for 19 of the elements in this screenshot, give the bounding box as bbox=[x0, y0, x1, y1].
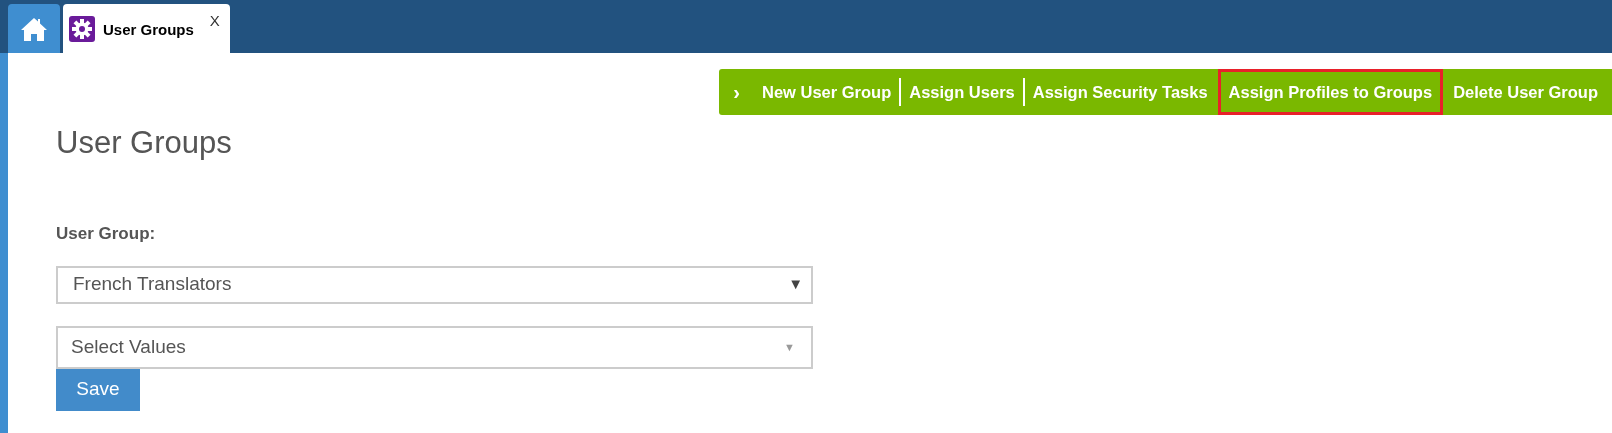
dropdown-arrow-icon: ▼ bbox=[784, 338, 795, 356]
gear-icon bbox=[69, 16, 95, 42]
tab[interactable]: User Groups X bbox=[63, 4, 230, 53]
group-dropdown[interactable]: French Translators ▼ bbox=[56, 265, 813, 304]
action-link[interactable]: Assign Profiles to Groups bbox=[1217, 68, 1444, 116]
tab-label: User Groups bbox=[103, 20, 194, 40]
chevron-icon: › bbox=[733, 77, 740, 107]
action-link[interactable]: Assign Security Tasks bbox=[1024, 77, 1216, 107]
dropdown-arrow-icon: ▼ bbox=[788, 273, 803, 296]
save-button[interactable]: Save bbox=[56, 368, 140, 411]
field-label: User Group: bbox=[56, 223, 157, 245]
home-button[interactable] bbox=[8, 4, 60, 53]
page-title: User Groups bbox=[56, 124, 233, 162]
close-button[interactable]: X bbox=[209, 10, 220, 33]
values-dropdown[interactable]: Select Values ▼ bbox=[56, 325, 813, 369]
action-link[interactable]: Assign Users bbox=[901, 77, 1025, 107]
action-link[interactable]: Delete User Group bbox=[1445, 77, 1606, 107]
home-icon bbox=[20, 15, 48, 42]
action-link[interactable]: New User Group bbox=[754, 77, 902, 107]
